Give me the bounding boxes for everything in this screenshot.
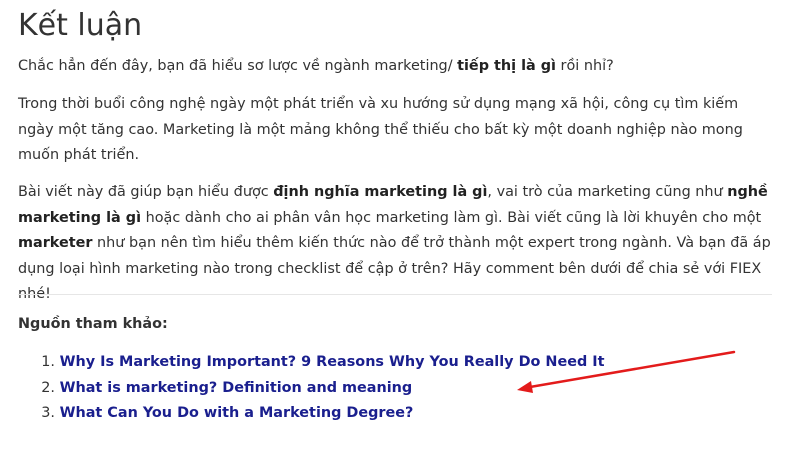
arrow-head [517, 381, 533, 393]
arrow-shaft [528, 350, 736, 389]
annotation-arrow-icon [517, 350, 736, 393]
